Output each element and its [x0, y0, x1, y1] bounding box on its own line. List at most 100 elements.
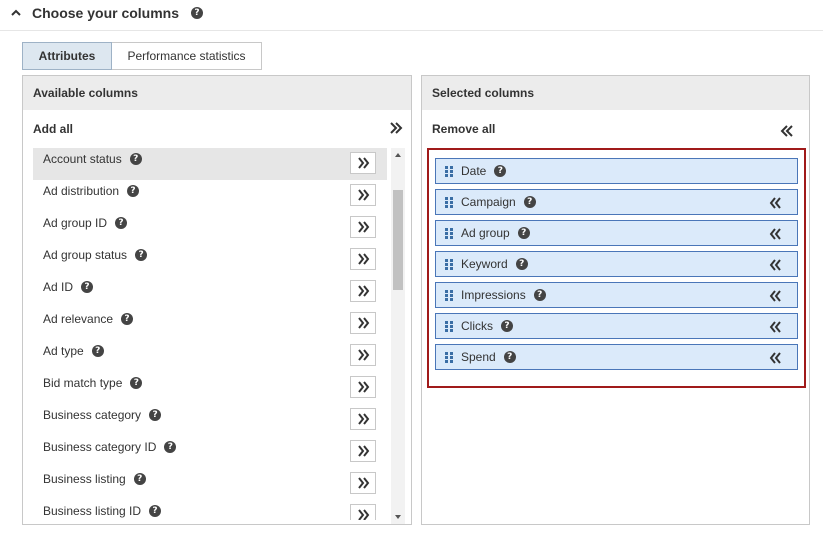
help-icon[interactable]: ? — [127, 184, 140, 197]
help-icon[interactable]: ? — [149, 408, 162, 421]
chevron-up-icon[interactable] — [10, 7, 22, 19]
help-icon[interactable]: ? — [149, 504, 162, 517]
column-name: Impressions — [461, 288, 526, 302]
drag-handle-icon[interactable] — [445, 321, 453, 332]
selected-column-item[interactable]: Spend? — [435, 344, 798, 370]
add-all-link[interactable]: Add all — [33, 122, 73, 136]
selected-columns-list: Date? Campaign? Ad group? Keyword? Impressio… — [427, 148, 806, 388]
column-name: Keyword — [461, 257, 508, 271]
double-chevron-right-icon — [358, 253, 370, 265]
list-item[interactable]: Ad ID? — [33, 276, 387, 308]
column-name: Campaign — [461, 195, 516, 209]
remove-all-link[interactable]: Remove all — [432, 122, 495, 136]
column-name: Ad group ID — [43, 216, 108, 230]
double-chevron-left-icon[interactable] — [769, 228, 781, 240]
double-chevron-left-icon[interactable] — [769, 321, 781, 333]
column-label: Ad type? — [43, 344, 104, 358]
help-icon[interactable]: ? — [191, 7, 203, 19]
selected-column-label: Date? — [461, 164, 507, 178]
double-chevron-left-icon[interactable] — [769, 197, 781, 209]
add-column-button[interactable] — [350, 312, 376, 334]
list-item[interactable]: Business listing ID? — [33, 500, 387, 520]
double-chevron-left-icon[interactable] — [780, 124, 794, 138]
selected-column-item[interactable]: Clicks? — [435, 313, 798, 339]
help-icon[interactable]: ? — [517, 226, 530, 239]
add-column-button[interactable] — [350, 440, 376, 462]
help-icon[interactable]: ? — [533, 288, 546, 301]
selected-column-item[interactable]: Ad group? — [435, 220, 798, 246]
column-name: Ad distribution — [43, 184, 120, 198]
selected-column-item[interactable]: Campaign? — [435, 189, 798, 215]
double-chevron-left-icon[interactable] — [769, 259, 781, 271]
tab-attributes[interactable]: Attributes — [22, 42, 112, 70]
selected-column-label: Spend? — [461, 350, 516, 364]
double-chevron-right-icon — [358, 509, 370, 520]
column-name: Ad relevance — [43, 312, 114, 326]
tab-performance-statistics[interactable]: Performance statistics — [112, 42, 262, 70]
add-column-button[interactable] — [350, 472, 376, 494]
selected-column-label: Clicks? — [461, 319, 513, 333]
double-chevron-right-icon — [358, 477, 370, 489]
add-column-button[interactable] — [350, 504, 376, 520]
help-icon[interactable]: ? — [91, 344, 104, 357]
available-scrollbar[interactable] — [391, 148, 405, 524]
column-name: Business category ID — [43, 440, 157, 454]
double-chevron-right-icon[interactable] — [389, 121, 403, 135]
column-tabs: Attributes Performance statistics — [22, 42, 262, 70]
drag-handle-icon[interactable] — [445, 290, 453, 301]
help-icon[interactable]: ? — [494, 164, 507, 177]
scrollbar-thumb[interactable] — [393, 190, 403, 290]
list-item[interactable]: Ad distribution? — [33, 180, 387, 212]
list-item[interactable]: Ad relevance? — [33, 308, 387, 340]
double-chevron-right-icon — [358, 413, 370, 425]
add-column-button[interactable] — [350, 280, 376, 302]
double-chevron-left-icon[interactable] — [769, 290, 781, 302]
available-columns-panel: Available columns Add all Account status… — [22, 75, 412, 525]
help-icon[interactable]: ? — [133, 472, 146, 485]
add-column-button[interactable] — [350, 376, 376, 398]
list-item[interactable]: Account status? — [33, 148, 387, 180]
drag-handle-icon[interactable] — [445, 197, 453, 208]
list-item[interactable]: Business category ID? — [33, 436, 387, 468]
selected-column-item[interactable]: Date? — [435, 158, 798, 184]
double-chevron-left-icon[interactable] — [769, 352, 781, 364]
help-icon[interactable]: ? — [115, 216, 128, 229]
help-icon[interactable]: ? — [164, 440, 177, 453]
scroll-up-arrow-icon[interactable] — [391, 148, 405, 162]
scroll-down-arrow-icon[interactable] — [391, 510, 405, 524]
help-icon[interactable]: ? — [130, 376, 143, 389]
add-column-button[interactable] — [350, 248, 376, 270]
help-icon[interactable]: ? — [503, 350, 516, 363]
double-chevron-right-icon — [358, 381, 370, 393]
column-name: Business listing ID — [43, 504, 142, 518]
help-icon[interactable]: ? — [515, 257, 528, 270]
drag-handle-icon[interactable] — [445, 166, 453, 177]
list-item[interactable]: Bid match type? — [33, 372, 387, 404]
add-column-button[interactable] — [350, 216, 376, 238]
list-item[interactable]: Business listing? — [33, 468, 387, 500]
help-icon[interactable]: ? — [129, 152, 142, 165]
drag-handle-icon[interactable] — [445, 259, 453, 270]
selected-column-item[interactable]: Impressions? — [435, 282, 798, 308]
help-icon[interactable]: ? — [523, 195, 536, 208]
help-icon[interactable]: ? — [501, 319, 513, 332]
add-column-button[interactable] — [350, 408, 376, 430]
drag-handle-icon[interactable] — [445, 352, 453, 363]
add-column-button[interactable] — [350, 152, 376, 174]
double-chevron-right-icon — [358, 285, 370, 297]
column-label: Ad group status? — [43, 248, 148, 262]
drag-handle-icon[interactable] — [445, 228, 453, 239]
column-label: Business category ID? — [43, 440, 177, 454]
help-icon[interactable]: ? — [121, 312, 134, 325]
help-icon[interactable]: ? — [135, 248, 148, 261]
list-item[interactable]: Ad group status? — [33, 244, 387, 276]
list-item[interactable]: Business category? — [33, 404, 387, 436]
add-column-button[interactable] — [350, 344, 376, 366]
selected-column-item[interactable]: Keyword? — [435, 251, 798, 277]
list-item[interactable]: Ad type? — [33, 340, 387, 372]
double-chevron-right-icon — [358, 157, 370, 169]
add-column-button[interactable] — [350, 184, 376, 206]
list-item[interactable]: Ad group ID? — [33, 212, 387, 244]
double-chevron-right-icon — [358, 317, 370, 329]
help-icon[interactable]: ? — [81, 280, 94, 293]
